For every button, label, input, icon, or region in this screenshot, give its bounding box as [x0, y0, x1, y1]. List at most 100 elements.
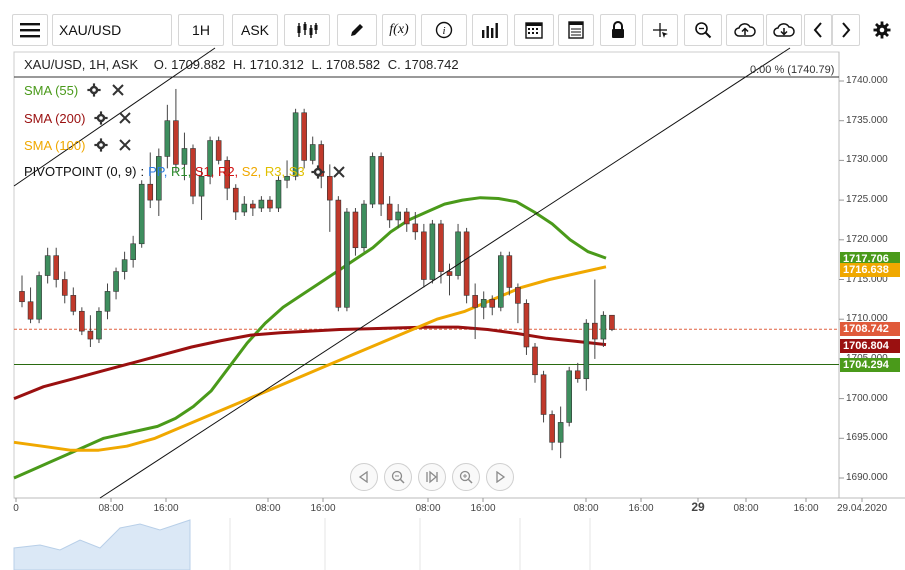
close-icon — [112, 84, 124, 96]
sma-55-label: SMA (55) — [24, 82, 79, 98]
candle-body — [361, 203, 367, 249]
sma-100-settings-button[interactable] — [93, 137, 109, 153]
candle-body — [446, 271, 453, 276]
sma-55-remove-button[interactable] — [110, 82, 126, 98]
candle-body — [566, 370, 573, 423]
close-icon — [119, 139, 132, 151]
time-tick-label: 29.04.2020 — [836, 503, 888, 514]
zoom-in-button[interactable] — [452, 463, 480, 491]
pivot-token: R1, — [170, 164, 195, 179]
candle-body — [232, 187, 239, 213]
sma-100-remove-button[interactable] — [117, 137, 133, 153]
pivot-token: S3 — [288, 164, 305, 179]
candle-body — [412, 223, 419, 233]
candle-body — [386, 203, 393, 221]
candle-body — [497, 255, 504, 308]
candle-body — [258, 199, 265, 209]
time-tick-label: 08:00 — [98, 503, 124, 514]
ohlc-title: XAU/USD, 1H, ASK — [24, 57, 139, 72]
navigator-panel[interactable] — [13, 518, 905, 570]
triangle-left-icon — [358, 471, 368, 483]
candle-body — [557, 422, 564, 443]
pan-right-button[interactable] — [486, 463, 514, 491]
reset-icon — [426, 470, 438, 484]
candle-body — [138, 183, 145, 245]
legend-pivot-point[interactable]: PIVOTPOINT (0, 9) : PP, R1, S1, R2, S2, … — [24, 164, 345, 179]
candle-body — [301, 112, 307, 161]
candle-body — [215, 140, 222, 161]
sma-200-settings-button[interactable] — [93, 110, 109, 126]
candle-body — [53, 255, 60, 280]
candle-body — [36, 275, 42, 320]
zoom-out-icon — [391, 470, 405, 484]
candle-body — [275, 179, 282, 209]
candle-body — [70, 295, 77, 312]
candle-body — [463, 231, 470, 296]
price-tick-label: 1725.000 — [846, 194, 888, 206]
pivot-tokens: PP, R1, S1, R2, S2, R3, S3 — [148, 164, 305, 179]
candle-body — [549, 414, 555, 443]
price-tick-label: 1730.000 — [846, 154, 888, 166]
gear-icon — [87, 83, 101, 97]
candle-body — [429, 223, 436, 280]
legend-sma-100[interactable]: SMA (100) — [24, 135, 133, 155]
time-tick-label: 16:00 — [310, 503, 336, 514]
candle-body — [472, 295, 478, 308]
candle-body — [532, 346, 538, 376]
candle-body — [44, 255, 51, 276]
candle-body — [121, 259, 128, 272]
time-tick-label: 29 — [691, 500, 705, 514]
pivot-token: R2, — [217, 164, 242, 179]
candle-body — [241, 203, 248, 213]
time-tick-label: 08:00 — [255, 503, 281, 514]
legend-sma-200[interactable]: SMA (200) — [24, 108, 133, 128]
zoom-out-button[interactable] — [384, 463, 412, 491]
ohlc-low: L. 1708.582 — [311, 57, 381, 72]
candle-body — [438, 223, 444, 272]
gear-icon — [311, 164, 325, 179]
zoom-in-icon — [459, 470, 473, 484]
pivot-remove-button[interactable] — [332, 165, 345, 178]
gear-icon — [94, 138, 109, 152]
sma-200-label: SMA (200) — [24, 110, 86, 126]
candle-body — [344, 211, 350, 308]
candle-body — [455, 231, 461, 276]
ohlc-close: C. 1708.742 — [387, 57, 459, 72]
legend-sma-55[interactable]: SMA (55) — [24, 80, 126, 100]
candle-body — [147, 183, 154, 201]
candle-body — [515, 287, 521, 304]
candle-body — [480, 299, 487, 308]
sma-55-settings-button[interactable] — [86, 82, 102, 98]
reset-view-button[interactable] — [418, 463, 446, 491]
pivot-token: S2, — [241, 164, 265, 179]
triangle-right-icon — [496, 471, 506, 483]
candle-body — [96, 310, 102, 340]
pivot-token: S1, — [194, 164, 218, 179]
percent-label: 0.00 % (1740.79) — [750, 64, 835, 76]
ohlc-open: O. 1709.882 — [153, 57, 226, 72]
candle-body — [506, 255, 513, 288]
candle-body — [181, 148, 188, 165]
sma-100-label: SMA (100) — [24, 137, 86, 153]
sma-200-remove-button[interactable] — [117, 110, 133, 126]
ohlc-legend: XAU/USD, 1H, ASK O. 1709.882 H. 1710.312… — [24, 57, 463, 72]
price-tag: 1704.294 — [840, 358, 900, 372]
close-icon — [332, 165, 345, 178]
candle-body — [378, 156, 384, 205]
candle-body — [309, 144, 316, 161]
price-tag: 1708.742 — [840, 322, 900, 336]
pivot-settings-button[interactable] — [311, 164, 325, 179]
candle-body — [421, 231, 427, 280]
candle-body — [609, 314, 615, 330]
candle-body — [489, 299, 496, 308]
pivot-sep: : — [140, 164, 145, 179]
time-tick-label: 16:00 — [470, 503, 496, 514]
candle-body — [395, 211, 402, 221]
candle-body — [104, 291, 111, 312]
price-tick-label: 1690.000 — [846, 472, 888, 483]
price-tick-label: 1700.000 — [846, 392, 888, 404]
time-tick-label: 08:00 — [573, 503, 599, 514]
pan-left-button[interactable] — [350, 463, 378, 491]
candle-body — [61, 279, 68, 296]
candle-body — [87, 330, 94, 340]
